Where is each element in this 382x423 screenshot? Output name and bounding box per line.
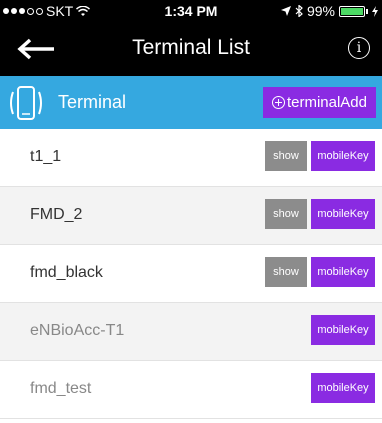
status-bar: SKT 1:34 PM 99% (0, 0, 382, 22)
mobilekey-button[interactable]: mobileKey (311, 141, 375, 171)
list-item: fmd_test mobileKey (0, 361, 382, 419)
terminal-name: fmd_test (30, 380, 92, 397)
list-item: FMD_2 show mobileKey (0, 187, 382, 245)
status-right: 99% (280, 3, 378, 19)
charging-icon (372, 5, 378, 17)
info-icon[interactable]: i (348, 37, 370, 59)
mobilekey-button[interactable]: mobileKey (311, 257, 375, 287)
terminal-add-button[interactable]: terminalAdd (262, 87, 376, 118)
battery-percent: 99% (306, 3, 335, 19)
mobilekey-button[interactable]: mobileKey (311, 315, 375, 345)
terminal-name: FMD_2 (30, 206, 83, 223)
terminal-name: fmd_black (30, 264, 103, 281)
add-circle-icon (271, 96, 285, 109)
list-item: eNBioAcc-T1 mobileKey (0, 303, 382, 361)
terminal-list: t1_1 show mobileKey FMD_2 show mobileKey… (0, 129, 382, 419)
list-item: t1_1 show mobileKey (0, 129, 382, 187)
location-icon (280, 6, 291, 16)
navigation-bar: Terminal List i (0, 22, 382, 76)
mobilekey-button[interactable]: mobileKey (311, 199, 375, 229)
section-label: Terminal (58, 92, 127, 112)
show-button[interactable]: show (265, 141, 307, 171)
terminal-name: t1_1 (30, 148, 62, 165)
page-title: Terminal List (132, 36, 250, 59)
terminal-header: Terminal terminalAdd (0, 76, 382, 129)
mobilekey-button[interactable]: mobileKey (311, 373, 375, 403)
terminal-name: eNBioAcc-T1 (30, 322, 125, 339)
mobile-phone-icon (10, 86, 42, 120)
bluetooth-icon (295, 5, 303, 17)
list-item: fmd_black show mobileKey (0, 245, 382, 303)
terminal-add-label: terminalAdd (286, 94, 367, 111)
battery-icon (339, 5, 365, 17)
show-button[interactable]: show (265, 199, 307, 229)
show-button[interactable]: show (265, 257, 307, 287)
